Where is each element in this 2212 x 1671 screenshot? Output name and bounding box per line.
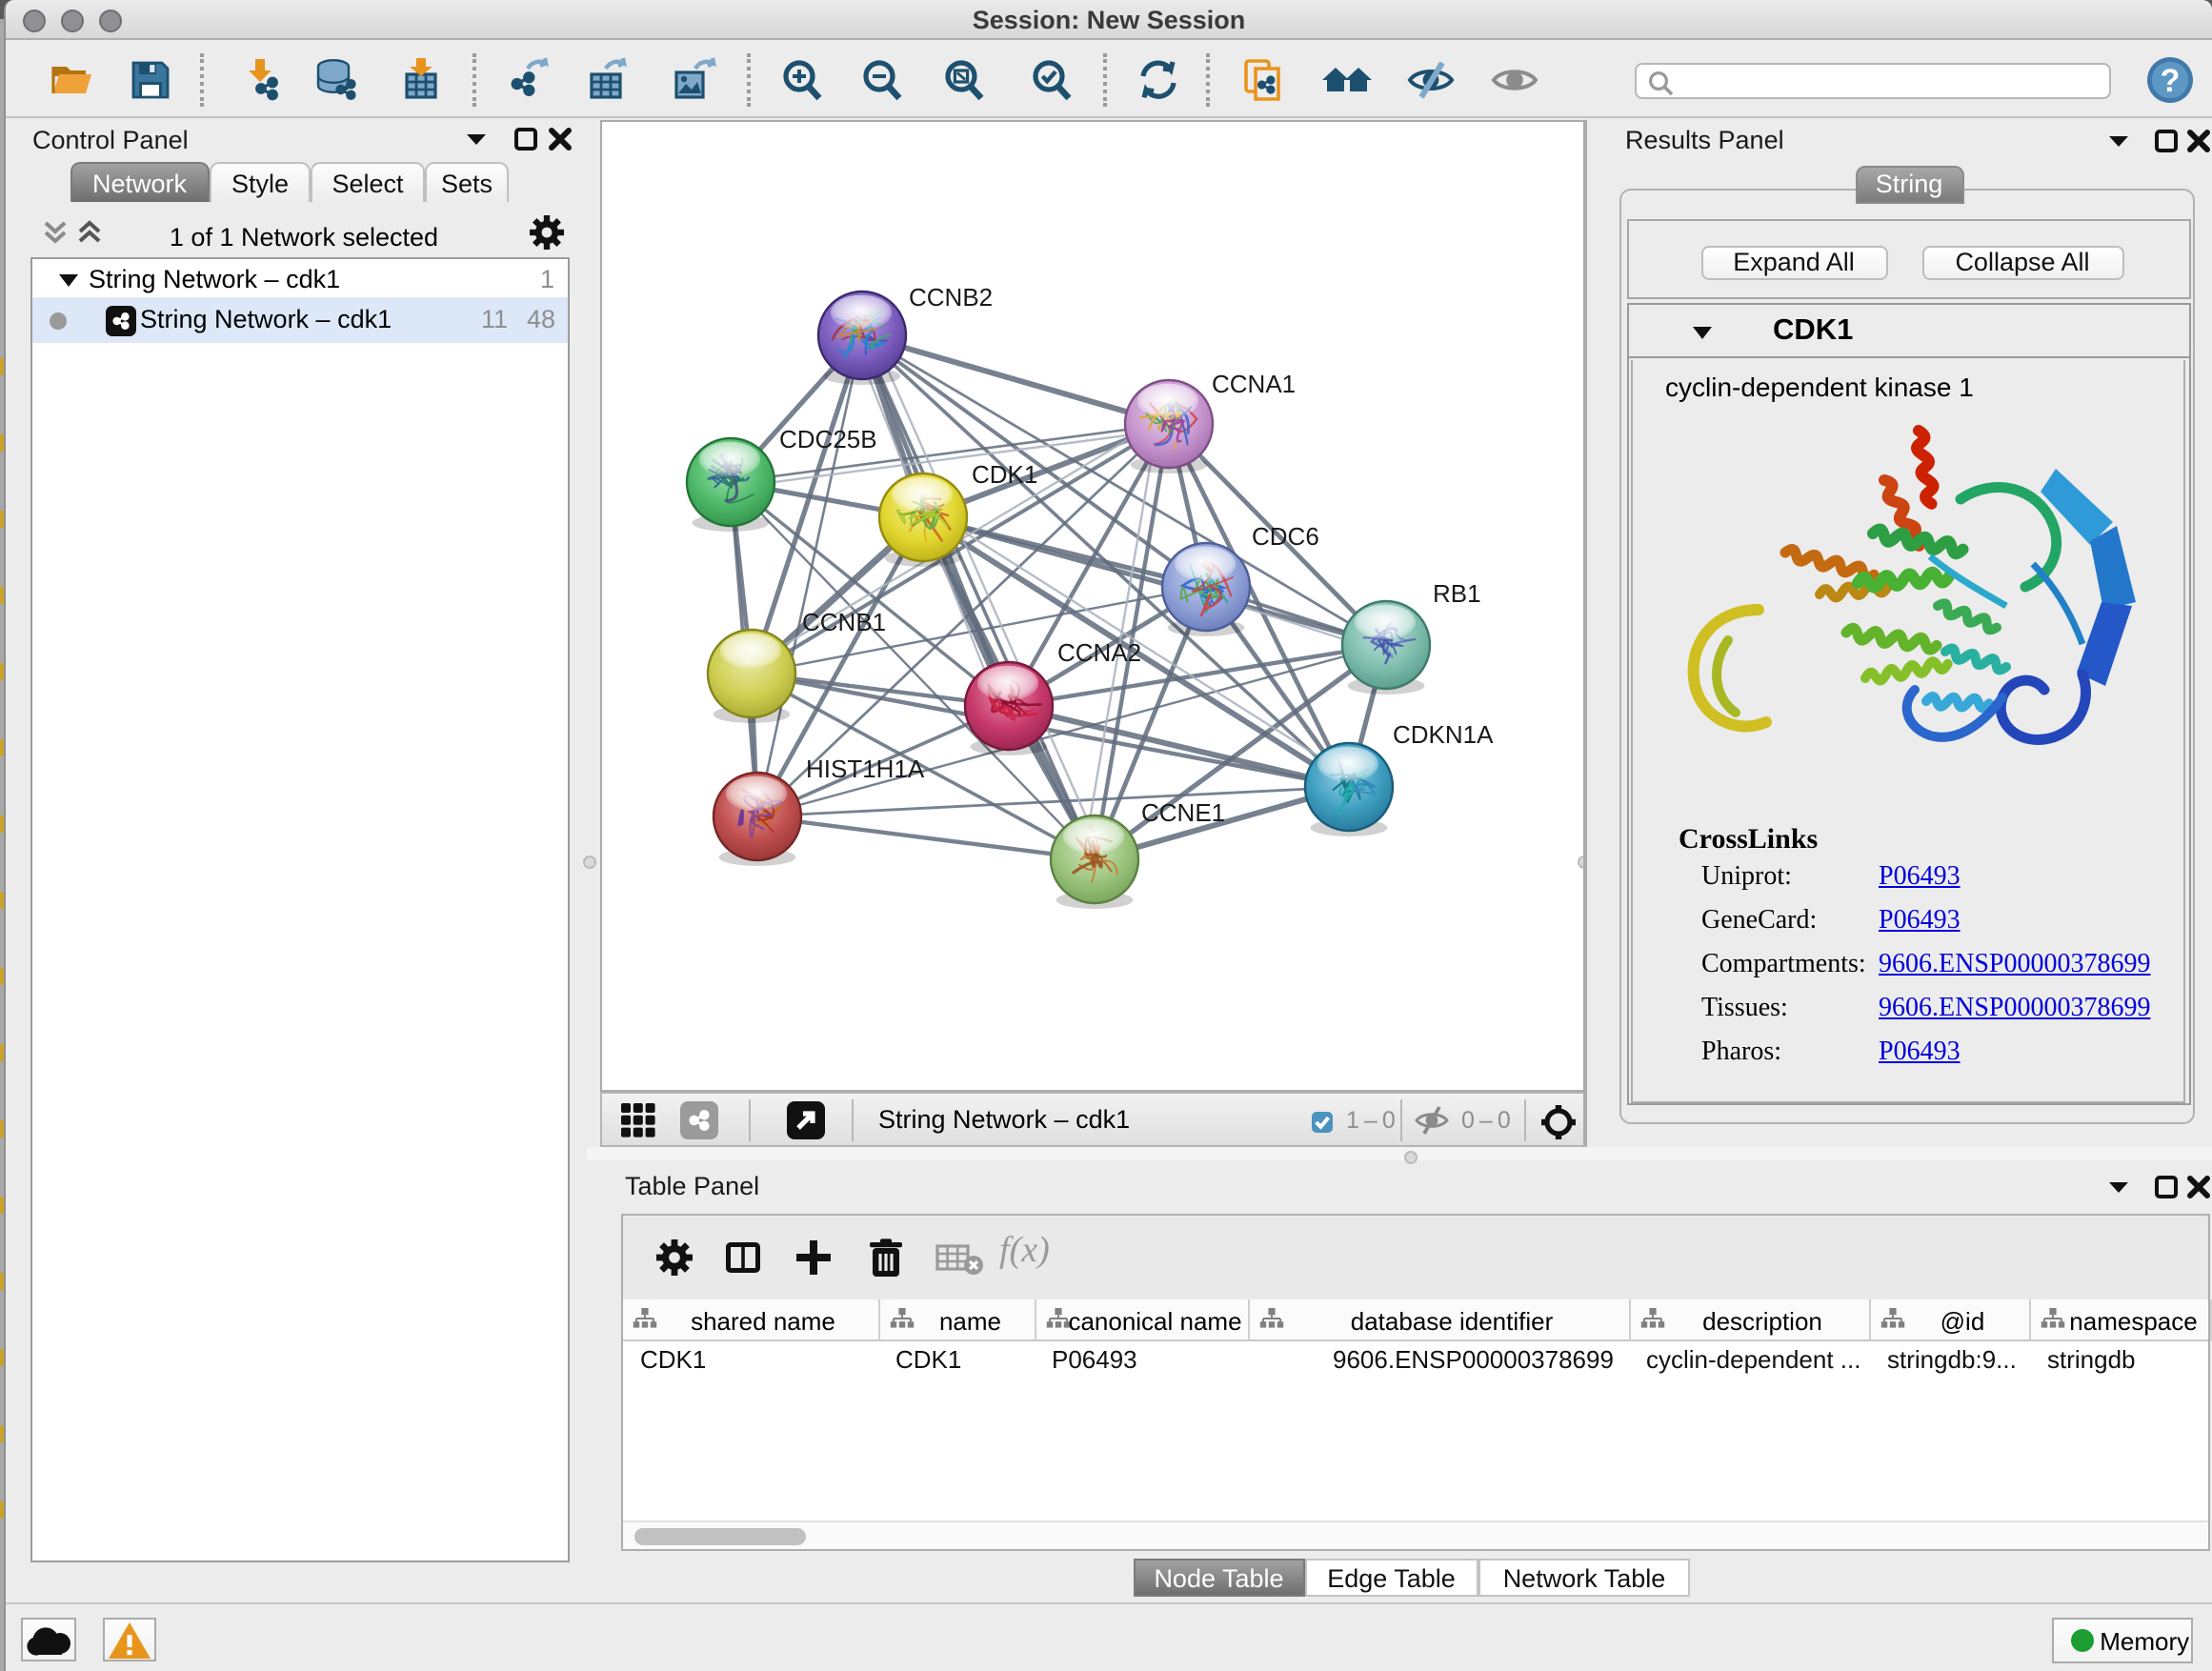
svg-text:?: ? [2161,63,2181,99]
svg-text:CCNB1: CCNB1 [802,608,886,636]
svg-text:CDC25B: CDC25B [779,425,877,453]
svg-text:HIST1H1A: HIST1H1A [806,755,925,783]
svg-text:CDC6: CDC6 [1252,522,1319,551]
svg-text:CCNB2: CCNB2 [909,283,993,312]
svg-text:CDK1: CDK1 [972,460,1037,489]
svg-text:RB1: RB1 [1433,579,1481,608]
svg-text:CCNE1: CCNE1 [1141,798,1225,827]
svg-text:CDKN1A: CDKN1A [1393,720,1494,749]
svg-text:CCNA1: CCNA1 [1212,370,1296,398]
svg-text:CCNA2: CCNA2 [1057,638,1141,667]
